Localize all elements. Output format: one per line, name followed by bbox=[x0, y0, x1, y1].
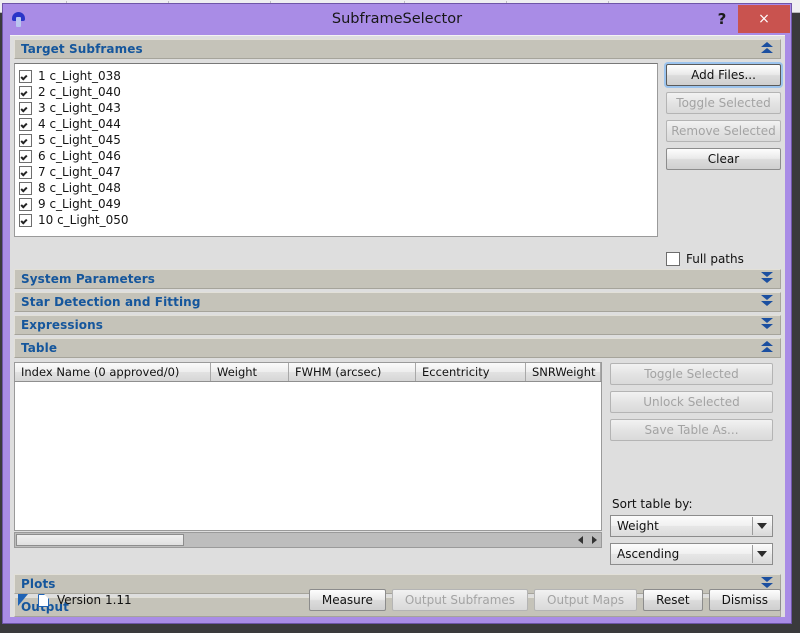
table-section-body: Index Name (0 approved/0)WeightFWHM (arc… bbox=[14, 358, 781, 571]
table-horizontal-scrollbar[interactable] bbox=[14, 532, 602, 548]
file-name-label: 3 c_Light_043 bbox=[38, 101, 121, 115]
measure-button[interactable]: Measure bbox=[309, 589, 386, 611]
file-checkbox[interactable] bbox=[19, 70, 32, 83]
table-unlock-selected-button[interactable]: Unlock Selected bbox=[610, 391, 773, 413]
version-area: Version 1.11 bbox=[14, 593, 132, 607]
scroll-right-icon[interactable] bbox=[592, 536, 597, 544]
list-item[interactable]: 7 c_Light_047 bbox=[19, 164, 657, 180]
list-item[interactable]: 9 c_Light_049 bbox=[19, 196, 657, 212]
expand-down-icon[interactable] bbox=[760, 318, 773, 334]
file-name-label: 1 c_Light_038 bbox=[38, 69, 121, 83]
window-title: SubframeSelector bbox=[3, 4, 791, 34]
section-title: Table bbox=[15, 341, 57, 355]
section-header-table[interactable]: Table bbox=[14, 338, 781, 358]
file-name-label: 9 c_Light_049 bbox=[38, 197, 121, 211]
table-toggle-selected-button[interactable]: Toggle Selected bbox=[610, 363, 773, 385]
dialog-footer: Version 1.11 Measure Output Subframes Ou… bbox=[14, 587, 781, 613]
table-column-header[interactable]: SNRWeight bbox=[526, 363, 601, 381]
list-item[interactable]: 10 c_Light_050 bbox=[19, 212, 657, 228]
chevron-down-icon[interactable] bbox=[752, 517, 771, 535]
file-checkbox[interactable] bbox=[19, 214, 32, 227]
file-checkbox[interactable] bbox=[19, 102, 32, 115]
file-checkbox[interactable] bbox=[19, 150, 32, 163]
table-column-header[interactable]: Index Name (0 approved/0) bbox=[15, 363, 211, 381]
list-item[interactable]: 3 c_Light_043 bbox=[19, 100, 657, 116]
file-name-label: 5 c_Light_045 bbox=[38, 133, 121, 147]
file-name-label: 7 c_Light_047 bbox=[38, 165, 121, 179]
table-body-rows[interactable] bbox=[14, 382, 602, 531]
sort-order-select[interactable]: Ascending bbox=[610, 543, 773, 565]
sort-table-by-label: Sort table by: bbox=[612, 497, 773, 511]
table-column-header[interactable]: FWHM (arcsec) bbox=[289, 363, 416, 381]
file-checkbox[interactable] bbox=[19, 182, 32, 195]
full-paths-checkbox[interactable]: Full paths bbox=[666, 252, 781, 266]
section-header-target-subframes[interactable]: Target Subframes bbox=[14, 39, 781, 59]
desktop-background: SubframeSelector ? × Target Subframes 1 … bbox=[0, 0, 800, 633]
expand-down-icon[interactable] bbox=[760, 295, 773, 311]
file-name-label: 4 c_Light_044 bbox=[38, 117, 121, 131]
list-item[interactable]: 4 c_Light_044 bbox=[19, 116, 657, 132]
measurements-table: Index Name (0 approved/0)WeightFWHM (arc… bbox=[14, 362, 602, 571]
table-header-row: Index Name (0 approved/0)WeightFWHM (arc… bbox=[14, 362, 602, 382]
window-titlebar[interactable]: SubframeSelector ? × bbox=[3, 4, 791, 34]
sort-order-value: Ascending bbox=[617, 547, 679, 561]
output-subframes-button[interactable]: Output Subframes bbox=[392, 589, 528, 611]
section-title: System Parameters bbox=[15, 272, 155, 286]
save-table-as-button[interactable]: Save Table As... bbox=[610, 419, 773, 441]
toggle-selected-button[interactable]: Toggle Selected bbox=[666, 92, 781, 114]
section-header-system-parameters[interactable]: System Parameters bbox=[14, 269, 781, 289]
table-column-header[interactable]: Weight bbox=[211, 363, 289, 381]
file-checkbox[interactable] bbox=[19, 134, 32, 147]
file-name-label: 2 c_Light_040 bbox=[38, 85, 121, 99]
file-name-label: 10 c_Light_050 bbox=[38, 213, 129, 227]
footer-buttons: Measure Output Subframes Output Maps Res… bbox=[309, 589, 781, 611]
dismiss-button[interactable]: Dismiss bbox=[709, 589, 781, 611]
section-title: Star Detection and Fitting bbox=[15, 295, 201, 309]
output-maps-button[interactable]: Output Maps bbox=[534, 589, 637, 611]
scroll-left-icon[interactable] bbox=[578, 536, 583, 544]
cursor-arrow-icon[interactable] bbox=[18, 594, 30, 607]
collapse-up-icon[interactable] bbox=[760, 341, 773, 357]
file-checkbox[interactable] bbox=[19, 198, 32, 211]
section-header-expressions[interactable]: Expressions bbox=[14, 315, 781, 335]
subframeselector-window: SubframeSelector ? × Target Subframes 1 … bbox=[2, 3, 792, 624]
file-name-label: 6 c_Light_046 bbox=[38, 149, 121, 163]
remove-selected-button[interactable]: Remove Selected bbox=[666, 120, 781, 142]
table-buttons-panel: Toggle Selected Unlock Selected Save Tab… bbox=[610, 362, 773, 571]
section-title: Expressions bbox=[15, 318, 103, 332]
collapse-up-icon[interactable] bbox=[760, 42, 773, 58]
dialog-body: Target Subframes 1 c_Light_038 2 c_Light_… bbox=[10, 35, 785, 617]
add-files-button[interactable]: Add Files... bbox=[666, 64, 781, 86]
help-button[interactable]: ? bbox=[709, 4, 735, 34]
target-file-list[interactable]: 1 c_Light_038 2 c_Light_040 3 c_Light_043 4… bbox=[14, 63, 658, 237]
list-item[interactable]: 2 c_Light_040 bbox=[19, 84, 657, 100]
checkbox-box[interactable] bbox=[666, 252, 680, 266]
close-icon[interactable]: × bbox=[738, 5, 790, 33]
sort-field-select[interactable]: Weight bbox=[610, 515, 773, 537]
document-icon[interactable] bbox=[38, 594, 49, 607]
list-item[interactable]: 6 c_Light_046 bbox=[19, 148, 657, 164]
table-column-header[interactable]: Eccentricity bbox=[416, 363, 526, 381]
target-subframes-body: 1 c_Light_038 2 c_Light_040 3 c_Light_043 4… bbox=[14, 59, 781, 266]
scrollbar-thumb[interactable] bbox=[16, 534, 184, 546]
sort-field-value: Weight bbox=[617, 519, 659, 533]
file-checkbox[interactable] bbox=[19, 118, 32, 131]
version-label: Version 1.11 bbox=[57, 593, 132, 607]
file-name-label: 8 c_Light_048 bbox=[38, 181, 121, 195]
file-checkbox[interactable] bbox=[19, 86, 32, 99]
reset-button[interactable]: Reset bbox=[643, 589, 703, 611]
expand-down-icon[interactable] bbox=[760, 272, 773, 288]
list-item[interactable]: 5 c_Light_045 bbox=[19, 132, 657, 148]
section-title: Target Subframes bbox=[15, 42, 143, 56]
chevron-down-icon[interactable] bbox=[752, 545, 771, 563]
list-item[interactable]: 8 c_Light_048 bbox=[19, 180, 657, 196]
list-item[interactable]: 1 c_Light_038 bbox=[19, 68, 657, 84]
target-buttons-panel: Add Files... Toggle Selected Remove Sele… bbox=[666, 63, 781, 266]
full-paths-label: Full paths bbox=[686, 252, 744, 266]
section-header-star-detection-and-fitting[interactable]: Star Detection and Fitting bbox=[14, 292, 781, 312]
clear-button[interactable]: Clear bbox=[666, 148, 781, 170]
file-checkbox[interactable] bbox=[19, 166, 32, 179]
